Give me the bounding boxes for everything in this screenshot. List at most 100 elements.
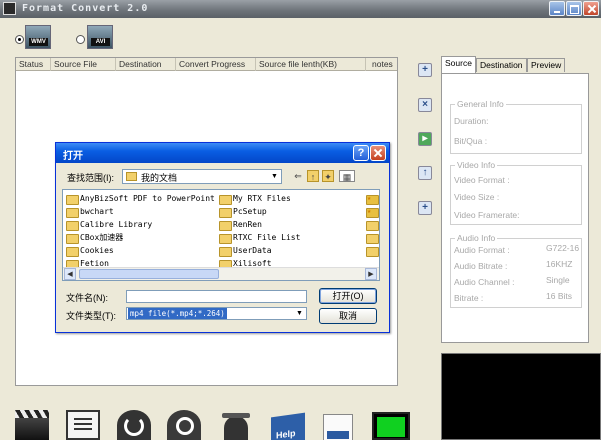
folder-icon (126, 172, 137, 181)
lookin-combo[interactable]: 我的文档 ▼ (122, 169, 282, 184)
video-framerate-label: Video Framerate: (454, 210, 520, 220)
audio-bitrate-value: 16KHZ (546, 259, 573, 269)
tab-source[interactable]: Source (441, 56, 476, 73)
column-convert-progress[interactable]: Convert Progress (176, 58, 256, 71)
folder-icon[interactable] (366, 232, 379, 244)
bitrate-label: Bitrate : (454, 293, 484, 303)
close-button[interactable] (583, 1, 599, 16)
video-info-group: Video Info Video Format : Video Size : V… (450, 160, 582, 225)
preview-screen (441, 353, 601, 440)
file-list[interactable]: AnyBizSoft PDF to PowerPoint bwchart Cal… (62, 189, 380, 281)
app-icon (3, 2, 16, 15)
avi-format-label: AVI (91, 38, 110, 46)
help-book-icon[interactable]: Help (271, 412, 305, 440)
list-item[interactable]: RenRen (219, 219, 262, 231)
format-radio-wmv[interactable] (15, 35, 24, 44)
maximize-button[interactable] (566, 1, 582, 16)
video-size-label: Video Size : (454, 192, 500, 202)
video-info-title: Video Info (455, 160, 498, 170)
source-tab-panel: General Info Duration: Bit/Qua : Video I… (441, 73, 589, 343)
trash-icon[interactable] (219, 410, 253, 440)
column-source-file[interactable]: Source File (51, 58, 116, 71)
duration-label: Duration: (454, 116, 489, 126)
list-item[interactable]: Calibre Library (66, 219, 152, 231)
up-folder-icon[interactable]: ↑ (307, 170, 319, 182)
avi-format-icon[interactable]: AVI (87, 25, 113, 49)
filetype-value: mp4 file(*.mp4;*.264) (128, 308, 227, 319)
column-notes[interactable]: notes (366, 58, 397, 71)
refresh-icon[interactable] (117, 410, 151, 440)
audio-bitrate-label: Audio Bitrate : (454, 261, 508, 271)
open-button[interactable]: 打开(O) (319, 288, 377, 304)
folder-icon[interactable] (366, 245, 379, 257)
app-titlebar: Format Convert 2.0 (0, 0, 601, 18)
open-file-dialog: 打开 ? 查找范围(I): 我的文档 ▼ ⇐ ↑ ✦ ▦ AnyBizSoft … (55, 142, 390, 333)
shortcut-icon[interactable] (366, 192, 379, 205)
list-item[interactable]: AnyBizSoft PDF to PowerPoint (66, 193, 215, 205)
shortcut-icon[interactable] (366, 205, 379, 218)
list-item[interactable]: Cookies (66, 245, 114, 257)
tab-preview[interactable]: Preview (527, 58, 566, 72)
folder-icon[interactable] (366, 219, 379, 231)
list-item[interactable]: My RTX Files (219, 193, 291, 205)
general-info-group: General Info Duration: Bit/Qua : (450, 99, 582, 154)
filetype-label: 文件类型(T): (66, 311, 116, 321)
back-arrow-icon[interactable]: ⇐ (292, 170, 304, 182)
filename-input[interactable] (126, 290, 307, 303)
column-status[interactable]: Status (16, 58, 51, 71)
list-item[interactable]: Xilisoft (219, 258, 272, 267)
list-item[interactable]: RTXC File List (219, 232, 300, 244)
audio-format-label: Audio Format : (454, 245, 510, 255)
dialog-close-button[interactable] (370, 145, 386, 161)
wmv-format-label: WMV (29, 38, 48, 46)
convert-file-icon[interactable]: ▸ (418, 132, 432, 146)
new-folder-icon[interactable]: ✦ (322, 170, 334, 182)
dialog-help-button[interactable]: ? (353, 145, 369, 161)
list-item[interactable]: CBox加速器 (66, 232, 123, 244)
view-menu-icon[interactable]: ▦ (339, 170, 355, 182)
add-folder-icon[interactable]: + (418, 201, 432, 215)
minimize-button[interactable] (549, 1, 565, 16)
audio-channel-label: Audio Channel : (454, 277, 515, 287)
list-item[interactable]: Fetion (66, 258, 109, 267)
chevron-down-icon[interactable]: ▼ (268, 170, 281, 183)
scrollbar-thumb[interactable] (79, 269, 219, 279)
filetype-combo[interactable]: mp4 file(*.mp4;*.264) ▼ (126, 307, 307, 320)
list-item[interactable]: UserData (219, 245, 272, 257)
lookin-label: 查找范围(I): (67, 173, 114, 183)
file-list-icon[interactable] (66, 410, 100, 440)
help-label: Help (276, 427, 296, 440)
filename-label: 文件名(N): (66, 293, 108, 303)
horizontal-scrollbar[interactable]: ◀ ▶ (63, 267, 379, 280)
audio-channel-value: Single (546, 275, 570, 285)
column-destination[interactable]: Destination (116, 58, 176, 71)
audio-info-title: Audio Info (455, 233, 498, 243)
remove-file-icon[interactable]: × (418, 98, 432, 112)
document-icon[interactable] (323, 414, 353, 440)
convert-clapper-icon[interactable] (15, 410, 49, 440)
scroll-left-icon[interactable]: ◀ (64, 268, 76, 280)
format-radio-avi[interactable] (76, 35, 85, 44)
bitrate-value: 16 Bits (546, 291, 572, 301)
add-file-icon[interactable]: + (418, 63, 432, 77)
list-item[interactable]: PcSetup (219, 206, 267, 218)
tab-destination[interactable]: Destination (476, 58, 527, 72)
dialog-titlebar: 打开 ? (56, 143, 389, 163)
cancel-button[interactable]: 取消 (319, 308, 377, 324)
wmv-format-icon[interactable]: WMV (25, 25, 51, 49)
settings-icon[interactable] (167, 410, 201, 440)
video-format-label: Video Format : (454, 175, 510, 185)
dialog-title: 打开 (63, 151, 83, 162)
column-source-length[interactable]: Source file lenth(KB) (256, 58, 366, 71)
list-item[interactable]: bwchart (66, 206, 114, 218)
info-tabs: Source Destination Preview (441, 56, 601, 74)
chevron-down-icon[interactable]: ▼ (293, 308, 306, 319)
bitqua-label: Bit/Qua : (454, 136, 488, 146)
table-header: Status Source File Destination Convert P… (16, 58, 397, 71)
lookin-value: 我的文档 (141, 173, 178, 183)
monitor-icon[interactable] (372, 412, 410, 440)
move-up-icon[interactable]: ↑ (418, 166, 432, 180)
app-title: Format Convert 2.0 (22, 3, 149, 14)
audio-format-value: G722-16 (546, 243, 580, 253)
scroll-right-icon[interactable]: ▶ (365, 268, 377, 280)
